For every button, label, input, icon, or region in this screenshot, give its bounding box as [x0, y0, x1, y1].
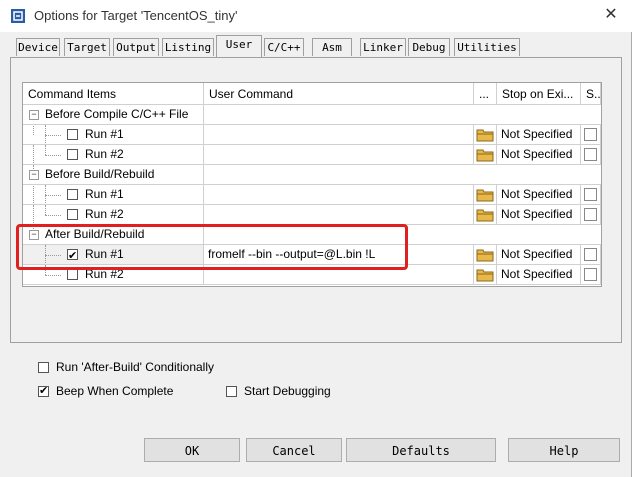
tab-linker[interactable]: Linker: [360, 38, 406, 56]
tab-debug[interactable]: Debug: [408, 38, 450, 56]
user-command-field[interactable]: [204, 205, 474, 225]
group-label: Before Compile C/C++ File: [45, 107, 189, 121]
folder-icon: [476, 189, 494, 202]
stop-on-exit-value[interactable]: Not Specified: [497, 125, 581, 145]
s-checkbox[interactable]: [584, 268, 597, 281]
header-dots[interactable]: ...: [474, 83, 497, 105]
group-row[interactable]: − Before Build/Rebuild: [23, 165, 601, 185]
s-checkbox[interactable]: [584, 128, 597, 141]
tab-target[interactable]: Target: [64, 38, 110, 56]
browse-button[interactable]: [474, 125, 497, 145]
run-after-build-label: Run 'After-Build' Conditionally: [56, 360, 214, 374]
stop-on-exit-value[interactable]: Not Specified: [497, 265, 581, 285]
s-checkbox[interactable]: [584, 208, 597, 221]
folder-icon: [476, 269, 494, 282]
defaults-button[interactable]: Defaults: [346, 438, 496, 462]
header-user-command[interactable]: User Command: [204, 83, 474, 105]
folder-icon: [476, 149, 494, 162]
title-bar: Options for Target 'TencentOS_tiny' ✕: [0, 0, 632, 32]
browse-button[interactable]: [474, 245, 497, 265]
s-checkbox[interactable]: [584, 248, 597, 261]
tab-listing[interactable]: Listing: [162, 38, 214, 56]
header-s[interactable]: S...: [581, 83, 601, 105]
run-enable-checkbox[interactable]: [67, 189, 78, 200]
browse-button[interactable]: [474, 205, 497, 225]
run-enable-checkbox[interactable]: [67, 129, 78, 140]
user-command-field[interactable]: [204, 185, 474, 205]
options-dialog: Options for Target 'TencentOS_tiny' ✕ De…: [0, 0, 632, 477]
run-label: Run #1: [85, 187, 124, 201]
group-row[interactable]: − Before Compile C/C++ File: [23, 105, 601, 125]
header-command-items[interactable]: Command Items: [23, 83, 204, 105]
run-row[interactable]: Run #1 Not Specified: [23, 185, 601, 205]
window-title: Options for Target 'TencentOS_tiny': [34, 8, 238, 23]
s-checkbox[interactable]: [584, 188, 597, 201]
help-button[interactable]: Help: [508, 438, 620, 462]
group-label: Before Build/Rebuild: [45, 167, 155, 181]
tab-output[interactable]: Output: [113, 38, 159, 56]
stop-on-exit-value[interactable]: Not Specified: [497, 245, 581, 265]
folder-icon: [476, 209, 494, 222]
user-command-field[interactable]: [204, 125, 474, 145]
run-after-build-checkbox[interactable]: [38, 362, 49, 373]
background-editor-strip: [632, 0, 640, 477]
stop-on-exit-value[interactable]: Not Specified: [497, 145, 581, 165]
browse-button[interactable]: [474, 265, 497, 285]
browse-button[interactable]: [474, 145, 497, 165]
tab-asm[interactable]: Asm: [312, 38, 352, 56]
collapse-icon[interactable]: −: [29, 110, 39, 120]
close-icon[interactable]: ✕: [598, 4, 624, 26]
s-checkbox[interactable]: [584, 148, 597, 161]
run-label: Run #1: [85, 127, 124, 141]
run-row[interactable]: Run #2 Not Specified: [23, 145, 601, 165]
highlight-annotation-box: [16, 224, 408, 270]
keil-app-icon: [11, 9, 25, 23]
beep-label: Beep When Complete: [56, 384, 174, 398]
stop-on-exit-value[interactable]: Not Specified: [497, 185, 581, 205]
browse-button[interactable]: [474, 185, 497, 205]
folder-icon: [476, 129, 494, 142]
cancel-button[interactable]: Cancel: [246, 438, 342, 462]
run-row[interactable]: Run #1 Not Specified: [23, 125, 601, 145]
run-label: Run #2: [85, 147, 124, 161]
folder-icon: [476, 249, 494, 262]
collapse-icon[interactable]: −: [29, 170, 39, 180]
tab-device[interactable]: Device: [16, 38, 60, 56]
tab-utilities[interactable]: Utilities: [454, 38, 520, 56]
tab-user[interactable]: User: [216, 35, 262, 57]
stop-on-exit-value[interactable]: Not Specified: [497, 205, 581, 225]
tab-c-cpp[interactable]: C/C++: [264, 38, 304, 56]
ok-button[interactable]: OK: [144, 438, 240, 462]
header-stop-on-exit[interactable]: Stop on Exi...: [497, 83, 581, 105]
user-command-field[interactable]: [204, 145, 474, 165]
run-enable-checkbox[interactable]: [67, 269, 78, 280]
run-enable-checkbox[interactable]: [67, 209, 78, 220]
beep-checkbox[interactable]: [38, 384, 49, 397]
run-enable-checkbox[interactable]: [67, 149, 78, 160]
run-row[interactable]: Run #2 Not Specified: [23, 205, 601, 225]
run-label: Run #2: [85, 207, 124, 221]
start-debugging-label: Start Debugging: [244, 384, 331, 398]
start-debugging-checkbox[interactable]: [226, 386, 237, 397]
